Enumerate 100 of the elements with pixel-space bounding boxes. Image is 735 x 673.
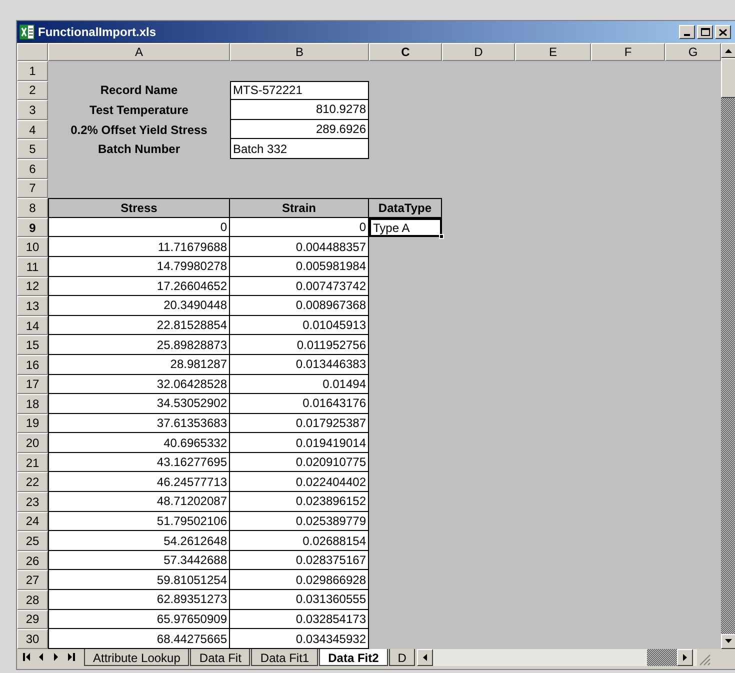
table-cell: 0.011952756 xyxy=(230,335,369,355)
fill-handle[interactable] xyxy=(439,234,444,240)
right-arrow-icon xyxy=(54,653,58,662)
table-cell: 0.008967368 xyxy=(230,296,369,316)
resize-grip-icon xyxy=(697,652,711,666)
row-header[interactable]: 23 xyxy=(17,492,48,512)
field-label: 0.2% Offset Yield Stress xyxy=(70,122,208,139)
scroll-left-button[interactable] xyxy=(417,648,433,666)
row-header[interactable]: 20 xyxy=(17,433,48,453)
column-heading: Stress xyxy=(48,198,230,218)
left-arrow-icon xyxy=(39,653,43,662)
column-header[interactable]: F xyxy=(591,43,665,61)
down-arrow-icon xyxy=(725,639,732,644)
field-value: MTS-572221 xyxy=(230,80,369,100)
row-header[interactable]: 16 xyxy=(17,354,48,374)
row-header[interactable]: 10 xyxy=(17,237,48,257)
table-cell: 20.3490448 xyxy=(48,296,230,316)
row-header[interactable]: 29 xyxy=(17,610,48,630)
row-header[interactable]: 5 xyxy=(17,139,48,159)
table-cell: 32.06428528 xyxy=(48,374,230,394)
sheet-tab[interactable]: Data Fit1 xyxy=(251,648,318,666)
sheet-tab[interactable]: D xyxy=(388,648,416,666)
minimize-icon xyxy=(684,34,690,36)
row-header[interactable]: 11 xyxy=(17,256,48,277)
row-header[interactable]: 7 xyxy=(17,178,48,198)
scroll-thumb[interactable] xyxy=(721,58,735,98)
row-header[interactable]: 27 xyxy=(17,570,48,590)
row-header[interactable]: 24 xyxy=(17,512,48,532)
table-cell: 0.029866928 xyxy=(230,570,369,590)
row-header[interactable]: 1 xyxy=(17,61,48,81)
table-cell: 0.017925387 xyxy=(230,414,369,434)
row-header[interactable]: 19 xyxy=(17,414,48,434)
select-all-corner[interactable] xyxy=(17,43,48,61)
table-cell: 0.023896152 xyxy=(230,492,369,512)
sheet-tab[interactable]: Data Fit2 xyxy=(319,648,388,666)
row-header[interactable]: 17 xyxy=(17,374,48,394)
maximize-button[interactable] xyxy=(697,25,713,39)
table-cell: 0.02688154 xyxy=(230,531,369,551)
row-header[interactable]: 3 xyxy=(17,100,48,120)
table-cell: 0.019419014 xyxy=(230,433,369,453)
scroll-right-button[interactable] xyxy=(677,648,693,666)
row-header[interactable]: 22 xyxy=(17,472,48,492)
row-header[interactable]: 9 xyxy=(17,218,48,238)
up-arrow-icon xyxy=(725,48,732,52)
sheet-tab[interactable]: Data Fit xyxy=(190,648,250,666)
table-cell: 14.79980278 xyxy=(48,256,230,277)
spreadsheet-icon xyxy=(19,24,35,40)
table-cell: 68.44275665 xyxy=(48,629,230,649)
table-cell: 0 xyxy=(230,218,369,238)
table-cell: 40.6965332 xyxy=(48,433,230,453)
row-header[interactable]: 15 xyxy=(17,335,48,355)
table-cell: 0.028375167 xyxy=(230,550,369,570)
row-header[interactable]: 13 xyxy=(17,296,48,316)
table-cell: 0.007473742 xyxy=(230,276,369,296)
table-cell: 34.53052902 xyxy=(48,394,230,414)
row-header[interactable]: 14 xyxy=(17,316,48,336)
right-arrow-icon xyxy=(683,654,687,661)
table-cell: 11.71679688 xyxy=(48,237,230,257)
row-header[interactable]: 26 xyxy=(17,550,48,570)
table-cell: 0.01494 xyxy=(230,374,369,394)
column-header[interactable]: A xyxy=(48,43,230,61)
row-header[interactable]: 4 xyxy=(17,120,48,140)
field-label: Batch Number xyxy=(96,141,181,158)
table-cell: 0.01045913 xyxy=(230,316,369,336)
table-cell: 0.025389779 xyxy=(230,512,369,532)
row-header[interactable]: 18 xyxy=(17,394,48,414)
column-header[interactable]: E xyxy=(515,43,591,61)
row-header[interactable]: 30 xyxy=(17,629,48,649)
row-header[interactable]: 6 xyxy=(17,158,48,179)
table-cell: 22.81528854 xyxy=(48,316,230,336)
field-value: 810.9278 xyxy=(230,100,369,120)
table-cell: 0.004488357 xyxy=(230,237,369,257)
column-header[interactable]: G xyxy=(665,43,721,61)
column-header[interactable]: C xyxy=(369,43,442,61)
field-value: Batch 332 xyxy=(230,139,369,159)
close-button[interactable] xyxy=(715,25,731,39)
row-header[interactable]: 21 xyxy=(17,452,48,472)
scroll-up-button[interactable] xyxy=(721,43,735,58)
sheet-tab[interactable]: Attribute Lookup xyxy=(84,648,190,666)
first-sheet-icon xyxy=(22,653,30,662)
table-cell[interactable]: Type A xyxy=(369,218,442,238)
column-heading: Strain xyxy=(230,198,369,218)
minimize-button[interactable] xyxy=(679,25,695,39)
table-cell: 0.01643176 xyxy=(230,394,369,414)
left-arrow-icon xyxy=(423,654,427,661)
row-header[interactable]: 2 xyxy=(17,80,48,100)
table-cell: 62.89351273 xyxy=(48,590,230,610)
column-header[interactable]: D xyxy=(442,43,515,61)
column-header[interactable]: B xyxy=(230,43,369,61)
row-header[interactable]: 28 xyxy=(17,590,48,610)
maximize-icon xyxy=(700,28,710,36)
scroll-down-button[interactable] xyxy=(721,634,735,649)
vertical-scrollbar[interactable] xyxy=(721,43,735,649)
table-cell: 28.981287 xyxy=(48,354,230,374)
table-cell: 0.013446383 xyxy=(230,354,369,374)
row-header[interactable]: 12 xyxy=(17,276,48,296)
table-cell: 0 xyxy=(48,218,230,238)
horizontal-scrollbar[interactable] xyxy=(417,648,697,666)
row-header[interactable]: 25 xyxy=(17,531,48,551)
row-header[interactable]: 8 xyxy=(17,198,48,218)
